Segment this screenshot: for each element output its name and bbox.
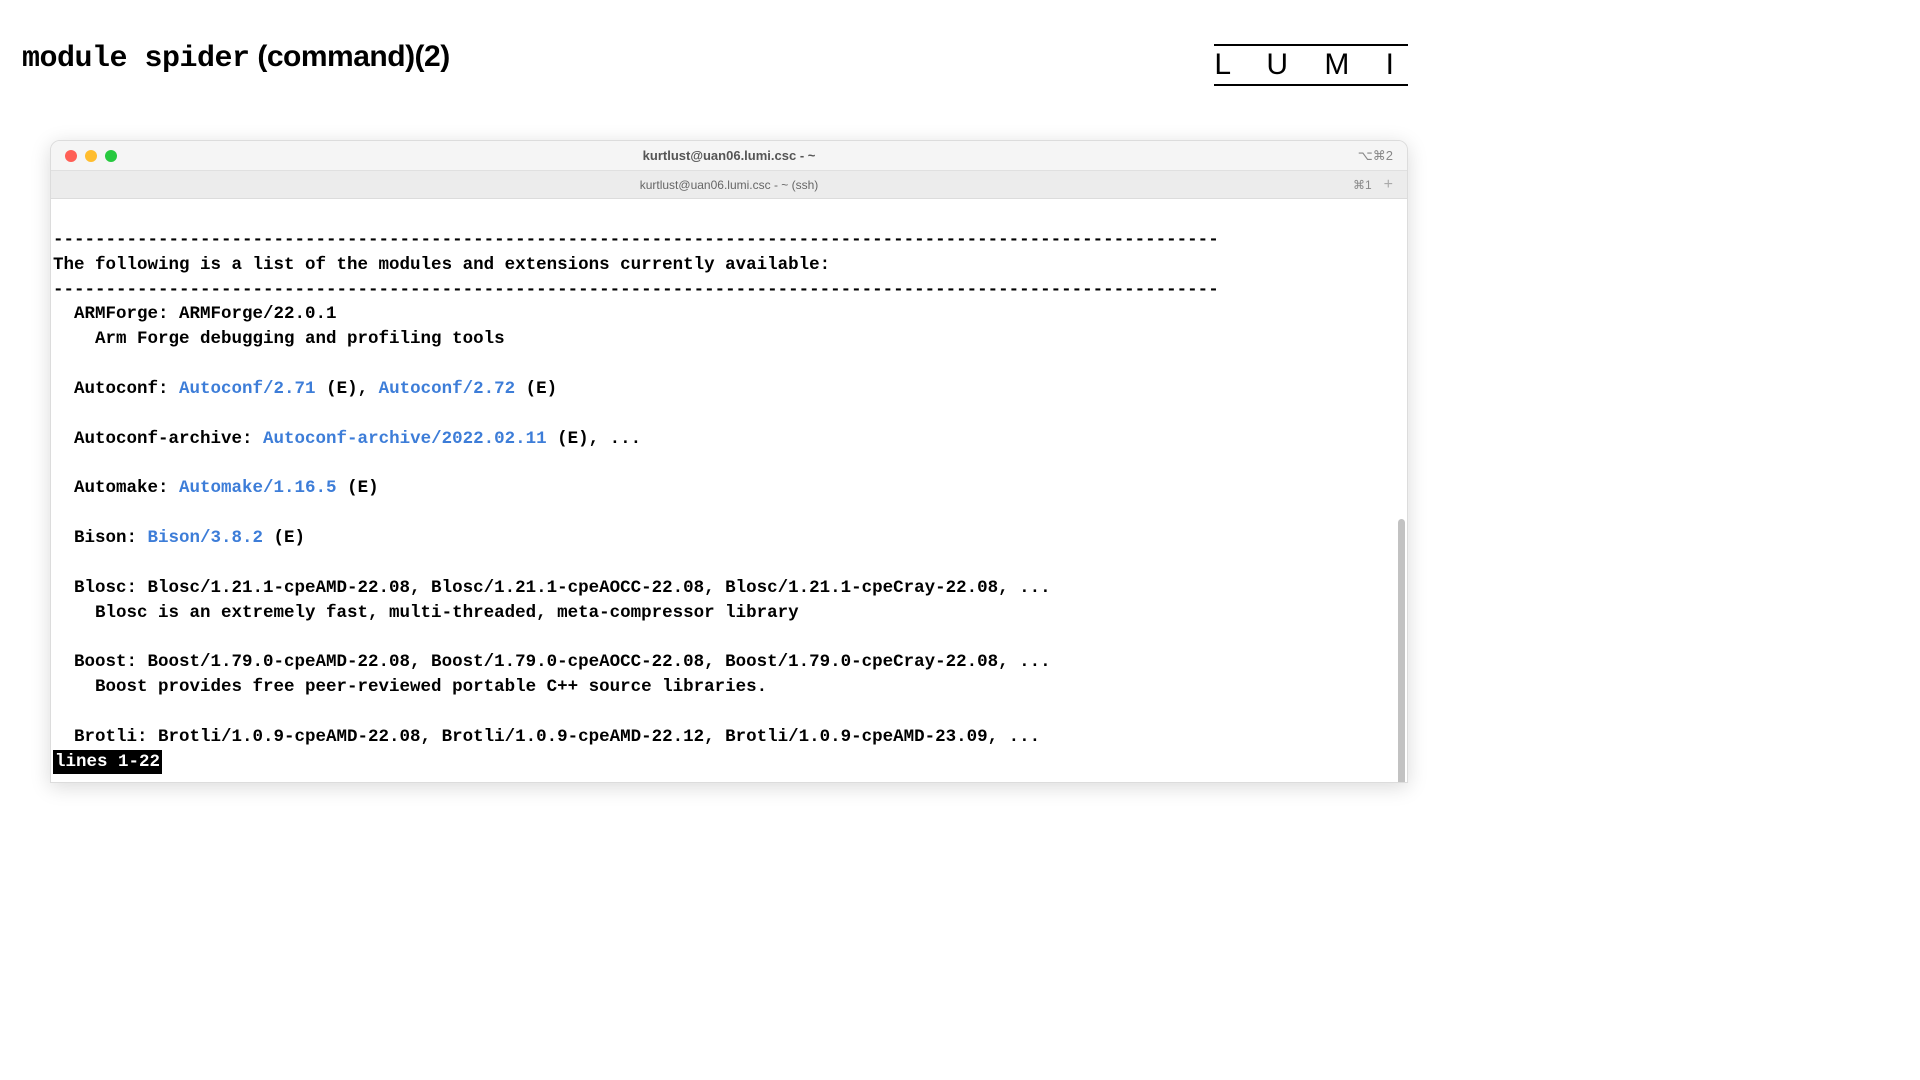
module-boost: Boost: Boost/1.79.0-cpeAMD-22.08, Boost/… bbox=[53, 652, 1051, 672]
tab-title[interactable]: kurtlust@uan06.lumi.csc - ~ (ssh) bbox=[640, 178, 819, 192]
module-autoconf: Autoconf: Autoconf/2.71 (E), Autoconf/2.… bbox=[53, 379, 557, 399]
module-blosc-desc: Blosc is an extremely fast, multi-thread… bbox=[53, 603, 799, 623]
module-armforge-desc: Arm Forge debugging and profiling tools bbox=[53, 329, 505, 349]
module-boost-desc: Boost provides free peer-reviewed portab… bbox=[53, 677, 767, 697]
divider-line: ----------------------------------------… bbox=[53, 280, 1219, 300]
terminal-window: kurtlust@uan06.lumi.csc - ~ ⌥⌘2 kurtlust… bbox=[50, 140, 1408, 783]
window-shortcut: ⌥⌘2 bbox=[1358, 148, 1393, 164]
title-suffix: (command)(2) bbox=[250, 40, 450, 73]
window-title: kurtlust@uan06.lumi.csc - ~ bbox=[643, 148, 816, 163]
maximize-icon[interactable] bbox=[105, 150, 117, 162]
module-bison: Bison: Bison/3.8.2 (E) bbox=[53, 528, 305, 548]
divider-line: ----------------------------------------… bbox=[53, 230, 1219, 250]
module-brotli: Brotli: Brotli/1.0.9-cpeAMD-22.08, Brotl… bbox=[53, 727, 1040, 747]
tab-shortcut: ⌘1 bbox=[1353, 178, 1372, 192]
module-armforge: ARMForge: ARMForge/22.0.1 bbox=[53, 304, 337, 324]
module-automake: Automake: Automake/1.16.5 (E) bbox=[53, 478, 379, 498]
window-titlebar[interactable]: kurtlust@uan06.lumi.csc - ~ ⌥⌘2 bbox=[51, 141, 1407, 171]
lumi-logo: L U M I bbox=[1214, 44, 1408, 86]
module-autoconf-archive: Autoconf-archive: Autoconf-archive/2022.… bbox=[53, 429, 641, 449]
pager-status: lines 1-22 bbox=[53, 750, 162, 775]
close-icon[interactable] bbox=[65, 150, 77, 162]
tab-bar: kurtlust@uan06.lumi.csc - ~ (ssh) ⌘1 + bbox=[51, 171, 1407, 199]
traffic-lights bbox=[65, 150, 117, 162]
terminal-output[interactable]: ----------------------------------------… bbox=[51, 199, 1407, 782]
header-line: The following is a list of the modules a… bbox=[53, 255, 830, 275]
module-blosc: Blosc: Blosc/1.21.1-cpeAMD-22.08, Blosc/… bbox=[53, 578, 1051, 598]
scrollbar[interactable] bbox=[1398, 519, 1405, 782]
minimize-icon[interactable] bbox=[85, 150, 97, 162]
new-tab-icon[interactable]: + bbox=[1380, 176, 1397, 194]
title-command: module spider bbox=[22, 42, 250, 76]
slide-title: module spider (command)(2) bbox=[22, 40, 450, 76]
